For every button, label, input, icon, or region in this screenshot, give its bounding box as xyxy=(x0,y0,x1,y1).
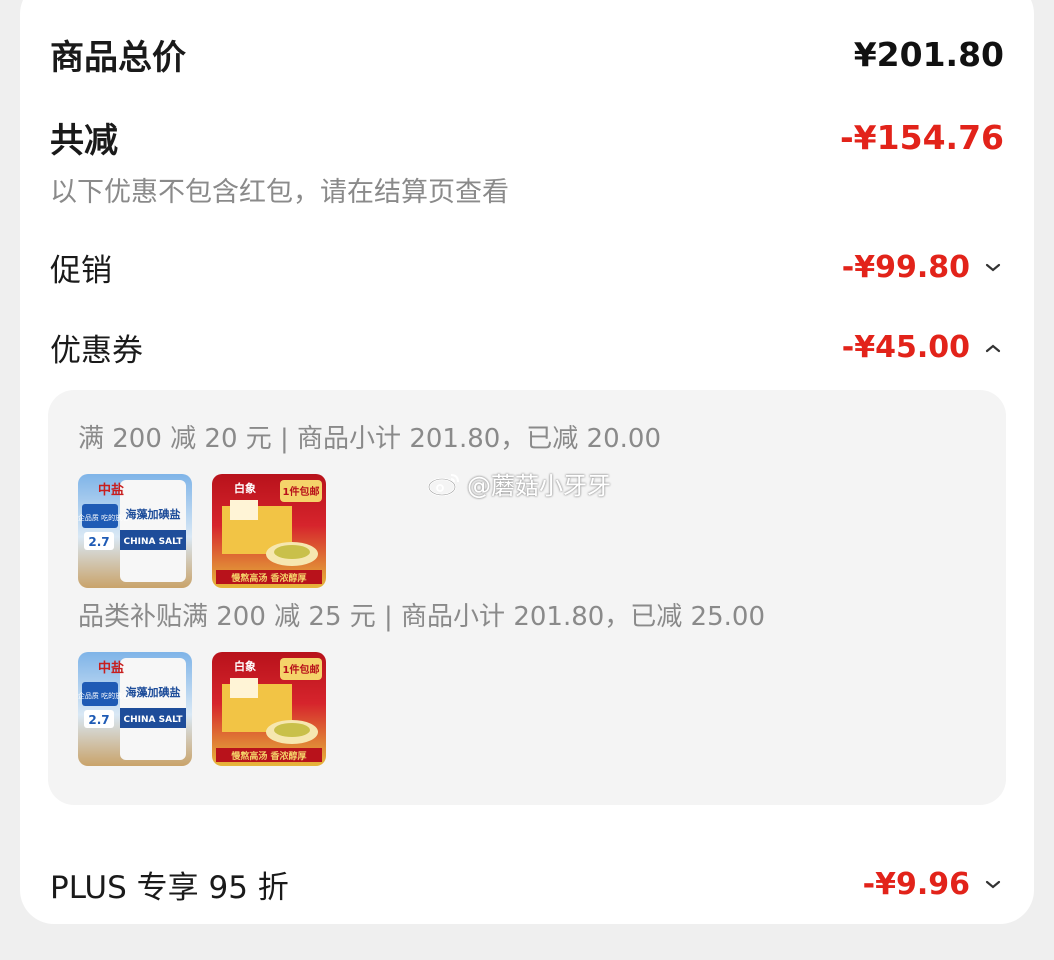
promotion-value-group[interactable]: -¥99.80 xyxy=(842,250,1004,285)
chevron-down-icon[interactable] xyxy=(982,257,1004,279)
coupon-label: 优惠券 xyxy=(50,333,143,369)
chevron-down-icon[interactable] xyxy=(982,874,1004,896)
promotion-label: 促销 xyxy=(50,253,112,289)
noodle-product-thumbnail[interactable]: 白象 1件包邮 慢熬高汤 香浓醇厚 xyxy=(212,474,326,588)
watermark-text: @蘑菇小牙牙 xyxy=(467,472,611,500)
plus-discount-label: PLUS 专享 95 折 xyxy=(50,870,289,906)
noodle-product-thumbnail[interactable]: 白象 1件包邮 慢熬高汤 香浓醇厚 xyxy=(212,652,326,766)
coupon-row[interactable]: 优惠券 -¥45.00 xyxy=(50,325,1004,370)
salt-en: CHINA SALT xyxy=(124,715,184,725)
salt-name: 海藻加碘盐 xyxy=(126,507,181,521)
noodle-brand: 白象 xyxy=(234,481,256,495)
noodle-brand: 白象 xyxy=(234,659,256,673)
salt-brand: 中盐 xyxy=(98,660,124,676)
coupon-value-group[interactable]: -¥45.00 xyxy=(842,330,1004,365)
total-price-value: ¥201.80 xyxy=(853,35,1004,74)
noodle-badge: 1件包邮 xyxy=(283,663,320,676)
total-price-label: 商品总价 xyxy=(50,38,186,78)
price-detail-card: 商品总价 ¥201.80 共减 -¥154.76 以下优惠不包含红包，请在结算页… xyxy=(20,0,1034,924)
total-reduction-label: 共减 xyxy=(50,121,118,161)
noodle-slogan: 慢熬高汤 香浓醇厚 xyxy=(231,750,306,762)
plus-discount-value: -¥9.96 xyxy=(862,867,970,902)
noodle-badge: 1件包邮 xyxy=(283,485,320,498)
total-price-row: 商品总价 ¥201.80 xyxy=(50,30,1004,79)
salt-product-thumbnail[interactable]: 海藻加碘盐 CHINA SALT 中盐 央企品质 吃的放心 2.7 xyxy=(78,652,192,766)
coupon-detail-panel: 满 200 减 20 元 | 商品小计 201.80，已减 20.00 海藻加碘… xyxy=(48,390,1006,805)
salt-badge: 央企品质 吃的放心 xyxy=(78,513,129,522)
plus-discount-row[interactable]: PLUS 专享 95 折 -¥9.96 xyxy=(50,862,1004,907)
promotion-row[interactable]: 促销 -¥99.80 xyxy=(50,245,1004,290)
discount-note: 以下优惠不包含红包，请在结算页查看 xyxy=(50,177,509,208)
plus-discount-value-group[interactable]: -¥9.96 xyxy=(863,867,1004,902)
coupon-group-title: 满 200 减 20 元 | 商品小计 201.80，已减 20.00 xyxy=(78,424,661,454)
total-reduction-row: 共减 -¥154.76 xyxy=(50,113,1004,162)
salt-product-thumbnail[interactable]: 海藻加碘盐 CHINA SALT 中盐 央企品质 吃的放心 2.7 xyxy=(78,474,192,588)
chevron-up-icon[interactable] xyxy=(982,337,1004,359)
watermark: @蘑菇小牙牙 xyxy=(427,466,611,501)
total-reduction-value: -¥154.76 xyxy=(839,118,1004,157)
promotion-value: -¥99.80 xyxy=(841,250,970,285)
coupon-value: -¥45.00 xyxy=(841,330,970,365)
salt-price: 2.7 xyxy=(88,713,109,727)
salt-brand: 中盐 xyxy=(98,482,124,498)
salt-name: 海藻加碘盐 xyxy=(126,685,181,699)
salt-en: CHINA SALT xyxy=(124,537,184,547)
noodle-slogan: 慢熬高汤 香浓醇厚 xyxy=(231,572,306,584)
salt-badge: 央企品质 吃的放心 xyxy=(78,691,129,700)
coupon-group-title: 品类补贴满 200 减 25 元 | 商品小计 201.80，已减 25.00 xyxy=(78,602,765,632)
salt-price: 2.7 xyxy=(88,535,109,549)
weibo-icon xyxy=(427,471,463,497)
